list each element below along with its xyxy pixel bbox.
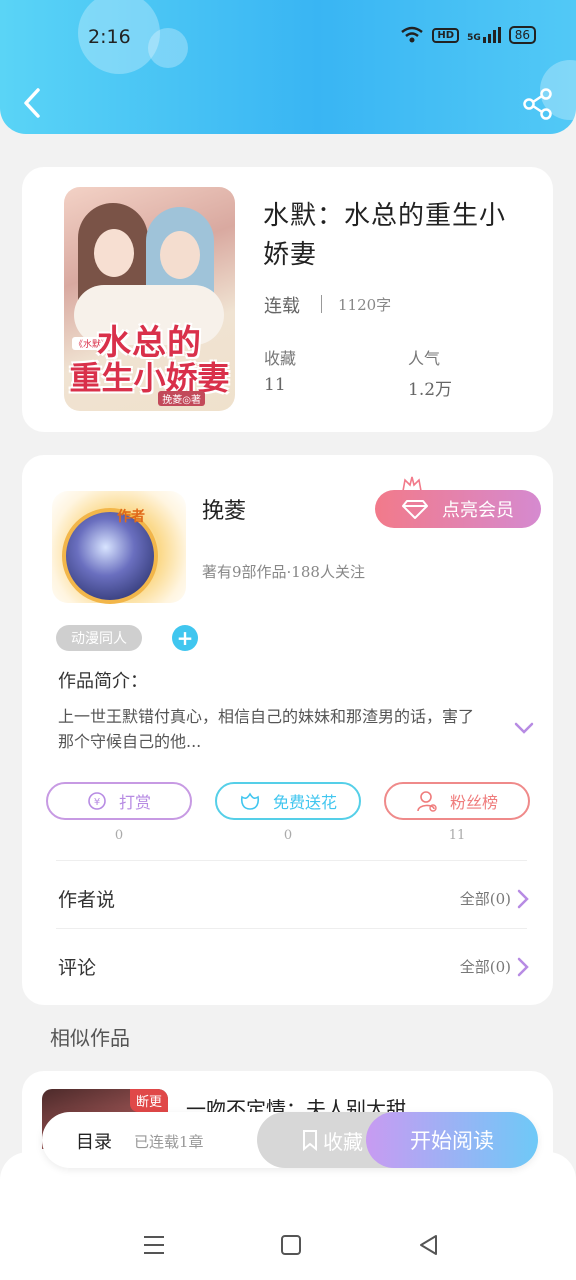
- intro-text: 上一世王默错付真心，相信自己的妹妹和那渣男的话，害了那个守候自己的他...: [58, 707, 475, 751]
- book-info-card: 《水默》 水总的 重生小娇妻 挽菱◎著 水默：水总的重生小娇妻 连载 1120字…: [22, 167, 553, 432]
- word-count: 1120字: [338, 296, 392, 314]
- add-tag-button[interactable]: +: [172, 625, 198, 651]
- category-tag[interactable]: 动漫同人: [56, 625, 142, 651]
- fans-rank-label: 粉丝榜: [449, 793, 498, 812]
- comments-label: 评论: [58, 957, 97, 979]
- author-says-all[interactable]: 全部(0): [460, 888, 529, 909]
- signal-icon: [482, 27, 501, 43]
- share-icon[interactable]: [522, 88, 554, 120]
- divider: [56, 860, 527, 861]
- stat-value-popularity: 1.2万: [408, 380, 453, 400]
- send-flower-button[interactable]: 免费送花: [215, 782, 361, 820]
- hd-badge: HD: [432, 27, 460, 43]
- home-icon[interactable]: [278, 1232, 304, 1258]
- back-triangle-icon[interactable]: [416, 1232, 442, 1258]
- divider: [321, 295, 322, 313]
- author-card: 作者 挽菱 点亮会员 著有9部作品·188人关注 动漫同人 + 作品简介： 上一…: [22, 455, 553, 1005]
- fans-count: 11: [448, 828, 466, 843]
- reward-button[interactable]: ¥ 打赏: [46, 782, 192, 820]
- comments-all[interactable]: 全部(0): [460, 956, 529, 977]
- status-badge: 断更: [129, 1089, 168, 1112]
- system-nav-area: [0, 1152, 576, 1280]
- similar-title: 相似作品: [50, 1026, 130, 1050]
- stat-value-collect: 11: [264, 375, 286, 395]
- author-badge: 作者: [117, 509, 145, 525]
- bookmark-icon: [303, 1130, 317, 1151]
- chapter-count: 已连载1章: [134, 1133, 204, 1151]
- diamond-icon: [402, 500, 428, 519]
- cover-title-line2: 重生小娇妻: [69, 359, 230, 397]
- intro-label: 作品简介：: [58, 671, 148, 692]
- author-meta: 著有9部作品·188人关注: [202, 563, 365, 581]
- top-header: 2:16 HD 5G 86: [0, 0, 576, 134]
- book-status: 连载: [264, 296, 300, 317]
- network-label: 5G: [467, 27, 501, 43]
- chevron-down-icon[interactable]: [514, 721, 534, 735]
- back-button[interactable]: [18, 86, 48, 120]
- catalog-button[interactable]: 目录: [76, 1128, 112, 1154]
- book-title: 水默：水总的重生小娇妻: [263, 201, 507, 270]
- start-reading-button[interactable]: 开始阅读: [366, 1112, 538, 1168]
- send-flower-label: 免费送花: [272, 793, 337, 812]
- flower-count: 0: [283, 828, 293, 843]
- battery-indicator: 86: [508, 26, 536, 44]
- author-name[interactable]: 挽菱: [202, 493, 246, 525]
- chevron-right-icon: [517, 957, 529, 976]
- cover-author: 挽菱◎著: [158, 391, 205, 406]
- fans-rank-button[interactable]: 粉丝榜: [384, 782, 530, 820]
- yen-icon: ¥: [88, 792, 106, 810]
- reward-label: 打赏: [118, 793, 151, 812]
- decor-bubble: [148, 28, 188, 68]
- author-says-label: 作者说: [58, 889, 116, 911]
- svg-text:¥: ¥: [94, 797, 100, 808]
- divider: [56, 928, 527, 929]
- chevron-right-icon: [517, 889, 529, 908]
- book-cover[interactable]: 《水默》 水总的 重生小娇妻 挽菱◎著: [64, 187, 235, 411]
- bottom-action-bar: 目录 已连载1章 收藏 开始阅读: [42, 1112, 538, 1168]
- status-time: 2:16: [88, 26, 131, 48]
- vip-button[interactable]: 点亮会员: [375, 490, 541, 528]
- wifi-icon: [401, 26, 424, 43]
- vip-button-label: 点亮会员: [442, 500, 514, 521]
- menu-icon[interactable]: [141, 1232, 167, 1258]
- stat-label-popularity: 人气: [408, 349, 441, 368]
- reward-count: 0: [114, 828, 124, 843]
- stat-label-collect: 收藏: [264, 349, 297, 368]
- flower-icon: [240, 792, 260, 810]
- user-rank-icon: [417, 791, 437, 812]
- status-icons: HD 5G 86: [400, 26, 536, 44]
